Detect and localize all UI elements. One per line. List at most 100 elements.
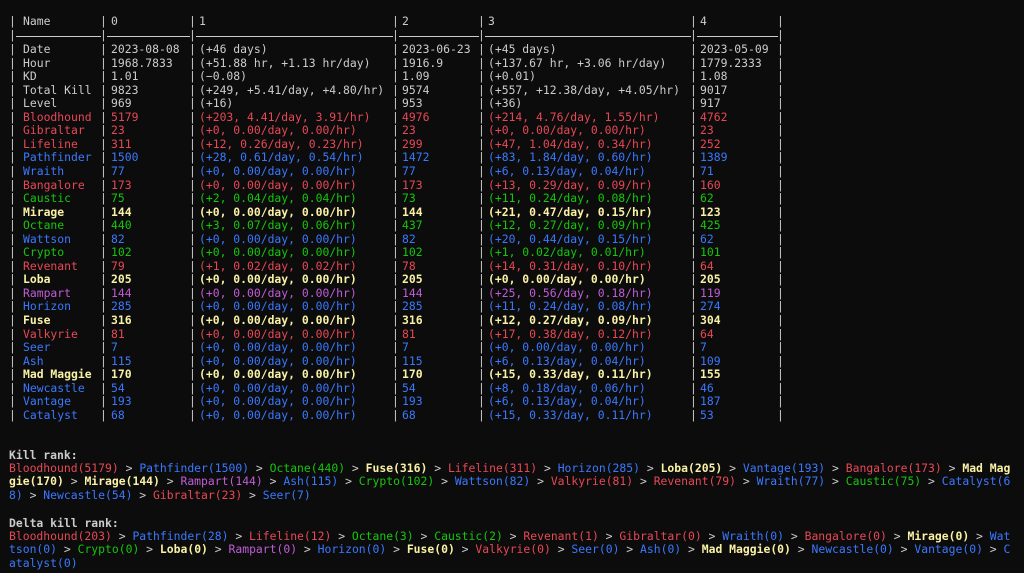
row-value: (+0.01) [488,69,537,84]
row-value: (+0, 0.00/day, 0.00/hr) [199,353,357,368]
row-name: Wraith [23,163,65,178]
rank-item: Vantage(0) [914,542,983,557]
rank-item: Bloodhound(5179) [9,461,119,475]
row-value: 82 [111,231,125,246]
column-separator: | [478,231,485,246]
rank-separator: > [338,474,359,489]
column-separator: | [9,299,16,314]
row-value: 62 [700,231,714,246]
column-separator: | [392,326,399,341]
row-value: 144 [111,285,132,300]
row-value: 1.01 [111,69,139,84]
column-separator: | [690,245,697,260]
row-name: Bloodhound [23,109,92,124]
rank-separator: > [790,542,812,557]
column-separator: | [189,109,196,124]
table-row: | | | | | | | Caustic 75 (+2, 0.04/day, 0.04/hr) 7… [9,192,789,205]
column-separator: | [100,136,107,151]
delta-kill-rank-list: Bloodhound(203) > Pathfinder(28) > Lifel… [9,529,1017,570]
column-separator: | [690,407,697,422]
column-separator: | [100,28,107,42]
row-name: Catalyst [23,407,78,422]
column-separator: | [189,163,196,178]
column-separator: | [690,340,697,355]
rule-segment [16,36,101,37]
rank-separator: > [598,529,620,543]
row-value: 77 [111,163,125,178]
row-name: Mirage [23,204,65,219]
rule-segment [485,36,691,37]
row-value: 285 [111,299,132,314]
table-row: | | | | | | | Gibraltar 23 (+0, 0.00/day, 0.00/hr… [9,124,789,137]
rank-item: Octane(3) [351,529,414,543]
rank-separator: > [139,542,160,557]
row-value: 953 [402,96,423,111]
column-separator: | [189,69,196,84]
rank-separator: > [331,529,352,543]
row-value: 144 [402,285,423,300]
column-separator: | [100,313,107,327]
row-value: 102 [111,245,132,260]
column-separator: | [9,313,16,327]
column-separator: | [478,96,485,111]
column-separator: | [189,394,196,409]
rank-item: Wraith(0) [722,529,785,543]
column-separator: | [777,28,784,42]
rank-separator: > [982,542,1004,557]
column-separator: | [100,285,107,300]
column-separator: | [392,96,399,111]
row-value: (−0.08) [199,69,248,84]
rank-separator: > [132,487,154,502]
column-separator: | [9,340,16,355]
row-value: 23 [111,123,125,138]
row-name: Valkyrie [23,326,78,341]
column-separator: | [777,353,784,368]
row-value: (+0, 0.00/day, 0.00/hr) [199,231,357,246]
column-separator: | [9,163,16,178]
row-value: 205 [111,272,132,287]
column-separator: | [100,326,107,341]
column-separator: | [100,258,107,273]
row-value: 123 [700,204,721,219]
row-value: 9017 [700,82,728,97]
table-header-row: | | | | | | | Name 0 1 2 3 4 [9,15,789,28]
rank-item: Caustic(2) [434,529,503,543]
rank-separator: > [434,474,455,489]
column-separator: | [100,109,107,124]
column-separator: | [189,407,196,422]
rule-segment [107,36,190,37]
rank-separator: > [345,461,366,475]
column-separator: | [478,258,485,273]
column-separator: | [777,218,784,233]
column-separator: | [777,258,784,273]
row-value: (+0, 0.00/day, 0.00/hr) [199,245,357,260]
rank-separator: > [825,461,846,475]
rank-separator: > [736,474,757,489]
column-separator: | [777,191,784,206]
row-value: (+1, 0.02/day, 0.02/hr) [199,258,357,273]
rank-separator: > [502,529,524,543]
table-row: | | | | | | | Valkyrie 81 (+0, 0.00/day, 0.00/hr)… [9,326,789,341]
column-separator: | [392,218,399,233]
column-separator: | [690,191,697,206]
row-value: 7 [700,340,707,355]
column-separator: | [9,96,16,111]
row-name: Gibraltar [23,123,85,138]
row-value: (+51.88 hr, +1.13 hr/day) [199,55,371,70]
row-value: 187 [700,394,721,409]
column-separator: | [478,245,485,260]
rank-item: Revenant(1) [523,529,599,543]
rank-item: Lifeline(12) [249,529,332,543]
row-name: Hour [23,55,51,70]
column-separator: | [392,258,399,273]
column-separator: | [189,177,196,192]
row-value: 252 [700,136,721,151]
row-value: 2023-06-23 [402,42,471,56]
column-separator: | [777,326,784,341]
column-separator: | [100,163,107,178]
row-value: 54 [402,380,416,395]
rank-separator: > [159,474,181,489]
rank-separator: > [784,529,805,543]
column-separator: | [9,407,16,422]
column-separator: | [392,136,399,151]
